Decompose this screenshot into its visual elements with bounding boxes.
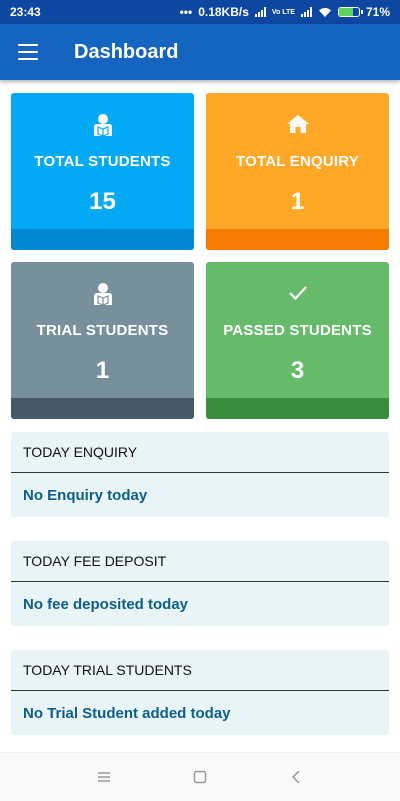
- tile-footer: [11, 398, 194, 419]
- tile-count: 3: [290, 357, 305, 384]
- tile-label: TOTAL STUDENTS: [34, 153, 171, 170]
- tile-total-students[interactable]: TOTAL STUDENTS 15: [11, 93, 194, 250]
- card-message: No Trial Student added today: [23, 704, 231, 722]
- card-title: TODAY ENQUIRY: [11, 432, 389, 473]
- today-enquiry-card: TODAY ENQUIRY No Enquiry today: [11, 432, 389, 517]
- tile-footer: [206, 229, 389, 250]
- card-title: TODAY TRIAL STUDENTS: [11, 650, 389, 691]
- today-fee-deposit-card: TODAY FEE DEPOSIT No fee deposited today: [11, 541, 389, 626]
- battery-percent: 71%: [365, 5, 390, 19]
- today-trial-students-card: TODAY TRIAL STUDENTS No Trial Student ad…: [11, 650, 389, 735]
- tile-count: 1: [290, 188, 305, 215]
- tile-label: PASSED STUDENTS: [223, 322, 372, 339]
- status-bar: 23:43 ••• 0.18KB/s Vo LTE 71%: [0, 0, 400, 24]
- home-icon: [206, 113, 389, 137]
- wifi-icon: [318, 7, 331, 17]
- status-dots: •••: [179, 5, 193, 19]
- tile-trial-students[interactable]: TRIAL STUDENTS 1: [11, 262, 194, 419]
- volte-label: Vo LTE: [271, 8, 295, 16]
- battery-icon: [337, 7, 363, 17]
- student-icon: [11, 113, 194, 137]
- signal-icon: [254, 7, 266, 17]
- network-speed: 0.18KB/s: [198, 5, 249, 19]
- recent-apps-menu-icon[interactable]: [92, 765, 116, 789]
- signal-icon-2: [300, 7, 312, 17]
- home-square-icon[interactable]: [188, 765, 212, 789]
- hamburger-menu-icon[interactable]: [18, 44, 38, 60]
- tile-total-enquiry[interactable]: TOTAL ENQUIRY 1: [206, 93, 389, 250]
- card-message: No Enquiry today: [23, 486, 148, 504]
- tile-footer: [206, 398, 389, 419]
- page-title: Dashboard: [74, 40, 179, 63]
- card-message: No fee deposited today: [23, 595, 189, 613]
- student-icon: [11, 282, 194, 306]
- tile-passed-students[interactable]: PASSED STUDENTS 3: [206, 262, 389, 419]
- status-time: 23:43: [10, 5, 41, 19]
- system-nav-bar: [0, 752, 400, 801]
- back-icon[interactable]: [284, 765, 308, 789]
- tile-count: 15: [89, 188, 116, 215]
- status-indicators: ••• 0.18KB/s Vo LTE 71%: [180, 5, 390, 19]
- tile-count: 1: [95, 357, 110, 384]
- tile-label: TOTAL ENQUIRY: [236, 153, 359, 170]
- card-title: TODAY FEE DEPOSIT: [11, 541, 389, 582]
- tile-footer: [11, 229, 194, 250]
- tile-label: TRIAL STUDENTS: [36, 322, 169, 339]
- check-icon: [206, 282, 389, 306]
- app-bar: Dashboard: [0, 24, 400, 80]
